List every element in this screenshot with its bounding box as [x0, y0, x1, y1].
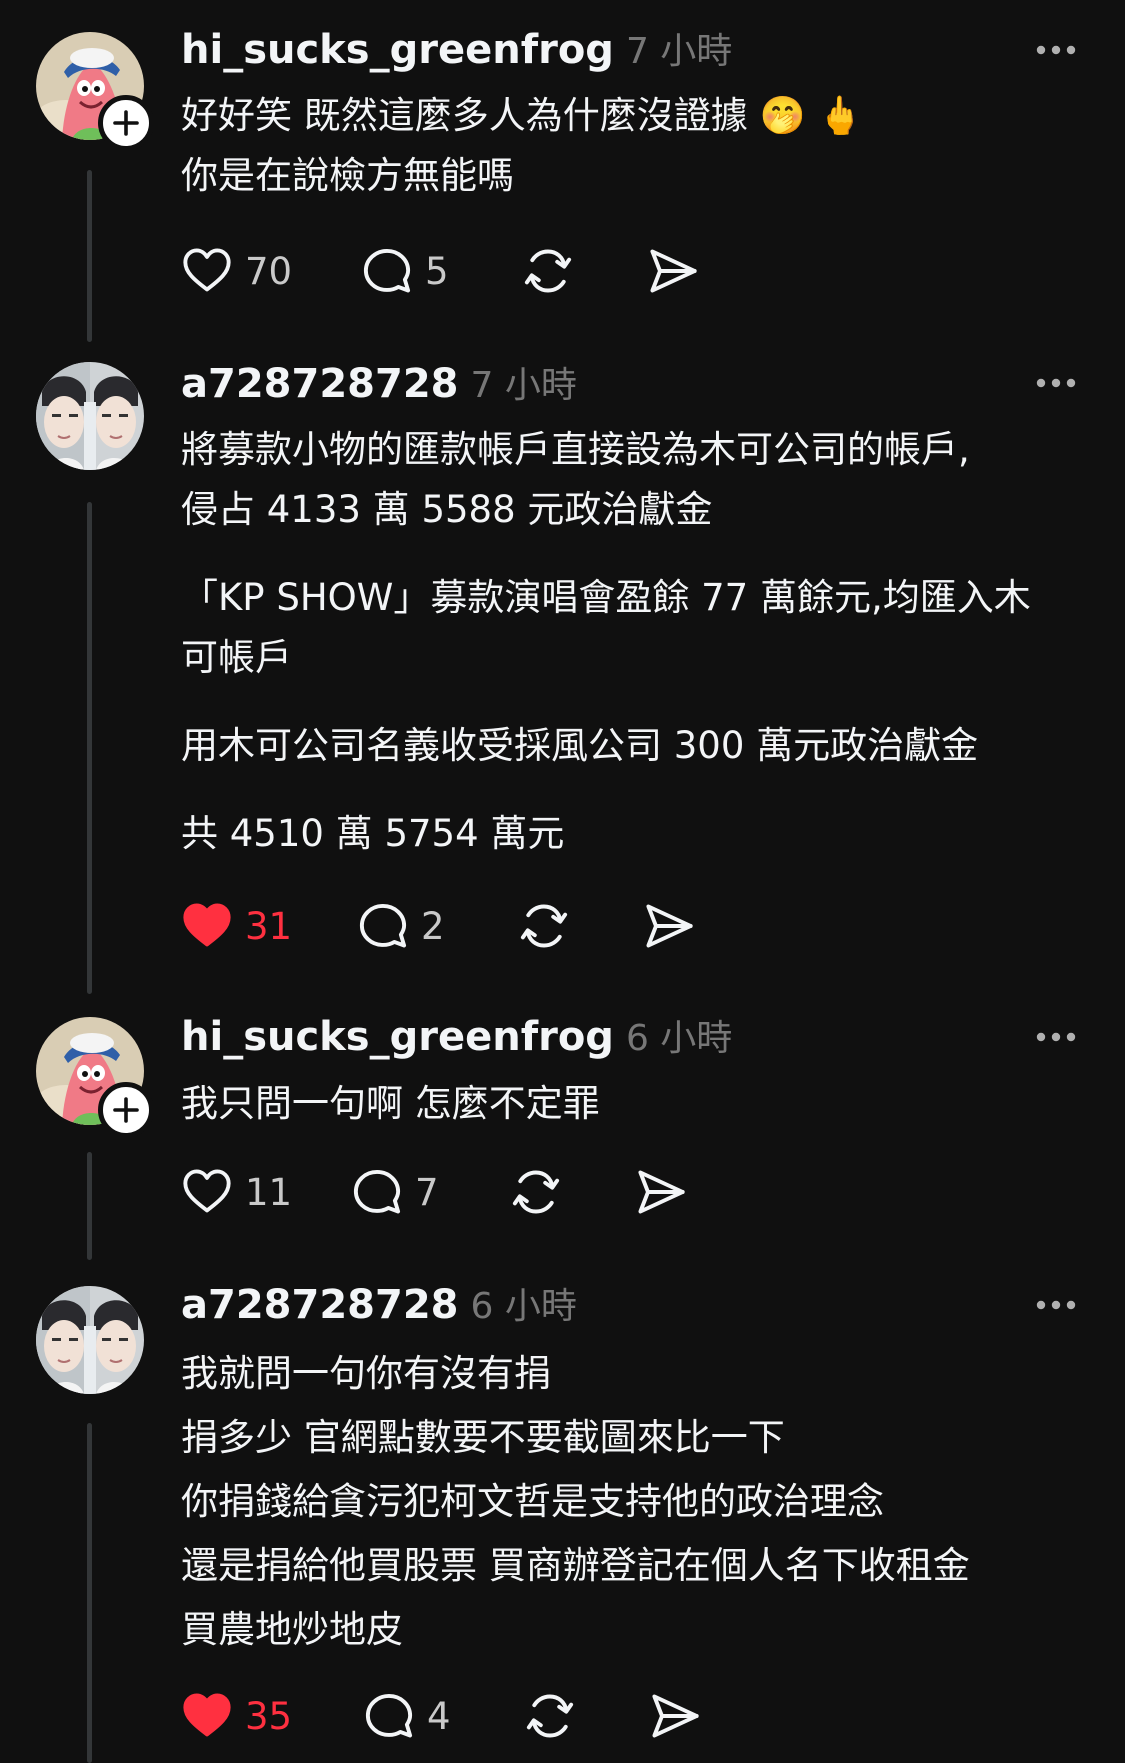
thread-line [87, 170, 92, 342]
post-header: a728728728 6 小時 [181, 1277, 577, 1329]
share-icon [647, 245, 699, 297]
thread-line [87, 502, 92, 994]
username[interactable]: hi_sucks_greenfrog [181, 1014, 614, 1060]
reply-button[interactable]: 2 [357, 898, 445, 954]
avatar[interactable] [36, 1286, 144, 1394]
post-paragraph: 共 4510 萬 5754 萬元 [181, 812, 565, 855]
reply-button[interactable]: 4 [363, 1688, 451, 1744]
repost-button[interactable] [524, 1688, 576, 1744]
mirrored-face-avatar-icon [36, 362, 144, 470]
reply-count: 4 [427, 1694, 451, 1738]
more-options-icon[interactable] [1035, 1299, 1077, 1311]
thread-line [87, 1152, 92, 1260]
post-paragraph: 「KP SHOW」募款演唱會盈餘 77 萬餘元,均匯入木 可帳戶 [181, 576, 1031, 679]
post-header: hi_sucks_greenfrog 6 小時 [181, 1009, 732, 1061]
post-paragraph: 用木可公司名義收受採風公司 300 萬元政治獻金 [181, 724, 979, 767]
share-button[interactable] [643, 898, 695, 954]
share-icon [643, 900, 695, 952]
like-button[interactable]: 35 [181, 1688, 292, 1744]
repost-icon [524, 1690, 576, 1742]
repost-button[interactable] [510, 1164, 562, 1220]
more-options-icon[interactable] [1035, 1031, 1077, 1043]
heart-icon [181, 1166, 233, 1218]
share-icon [635, 1166, 687, 1218]
heart-filled-icon [181, 900, 233, 952]
comment-icon [363, 1690, 415, 1742]
share-icon [649, 1690, 701, 1742]
timestamp: 7 小時 [625, 31, 733, 72]
avatar[interactable] [36, 362, 144, 470]
follow-button[interactable] [98, 1082, 154, 1138]
like-count: 70 [245, 249, 293, 293]
repost-icon [518, 900, 570, 952]
post-paragraph: 我只問一句啊 怎麼不定罪 [181, 1082, 600, 1125]
like-count: 31 [245, 904, 293, 948]
post-paragraph: 我就問一句你有沒有捐 捐多少 官網點數要不要截圖來比一下 你捐錢給貪污犯柯文哲是… [181, 1352, 970, 1651]
username[interactable]: a728728728 [181, 1282, 458, 1328]
repost-button[interactable] [518, 898, 570, 954]
reply-count: 7 [415, 1170, 439, 1214]
timestamp: 6 小時 [470, 1286, 577, 1327]
share-button[interactable] [635, 1164, 687, 1220]
post-header: a728728728 7 小時 [181, 356, 577, 408]
post-body: 我就問一句你有沒有捐 捐多少 官網點數要不要截圖來比一下 你捐錢給貪污犯柯文哲是… [181, 1342, 1081, 1662]
like-button[interactable]: 11 [181, 1164, 292, 1220]
reply-count: 5 [425, 249, 449, 293]
repost-button[interactable] [522, 243, 574, 299]
reply-button[interactable]: 7 [351, 1164, 439, 1220]
plus-icon [111, 108, 141, 138]
share-button[interactable] [649, 1688, 701, 1744]
post-paragraph: 好好笑 既然這麼多人為什麼沒證據 🤭 🖕 你是在說檢方無能嗎 [181, 94, 864, 197]
heart-icon [181, 245, 233, 297]
post-body: 好好笑 既然這麼多人為什麼沒證據 🤭 🖕 你是在說檢方無能嗎 [181, 86, 1081, 206]
like-button[interactable]: 70 [181, 243, 292, 299]
post-body: 我只問一句啊 怎麼不定罪 [181, 1074, 1081, 1134]
username[interactable]: hi_sucks_greenfrog [181, 27, 614, 73]
timestamp: 6 小時 [625, 1018, 733, 1059]
post-body: 將募款小物的匯款帳戶直接設為木可公司的帳戶, 侵占 4133 萬 5588 元政… [181, 420, 1081, 864]
reply-count: 2 [421, 904, 445, 948]
post-paragraph: 將募款小物的匯款帳戶直接設為木可公司的帳戶, 侵占 4133 萬 5588 元政… [181, 428, 970, 531]
more-options-icon[interactable] [1035, 44, 1077, 56]
follow-button[interactable] [98, 95, 154, 151]
post-header: hi_sucks_greenfrog 7 小時 [181, 22, 732, 74]
like-count: 35 [245, 1694, 293, 1738]
comment-icon [357, 900, 409, 952]
like-count: 11 [245, 1170, 293, 1214]
more-options-icon[interactable] [1035, 377, 1077, 389]
share-button[interactable] [647, 243, 699, 299]
heart-filled-icon [181, 1690, 233, 1742]
comment-icon [351, 1166, 403, 1218]
like-button[interactable]: 31 [181, 898, 292, 954]
reply-button[interactable]: 5 [361, 243, 449, 299]
mirrored-face-avatar-icon [36, 1286, 144, 1394]
repost-icon [510, 1166, 562, 1218]
repost-icon [522, 245, 574, 297]
username[interactable]: a728728728 [181, 361, 458, 407]
comment-icon [361, 245, 413, 297]
thread-line [87, 1423, 92, 1763]
plus-icon [111, 1095, 141, 1125]
timestamp: 7 小時 [470, 365, 577, 406]
